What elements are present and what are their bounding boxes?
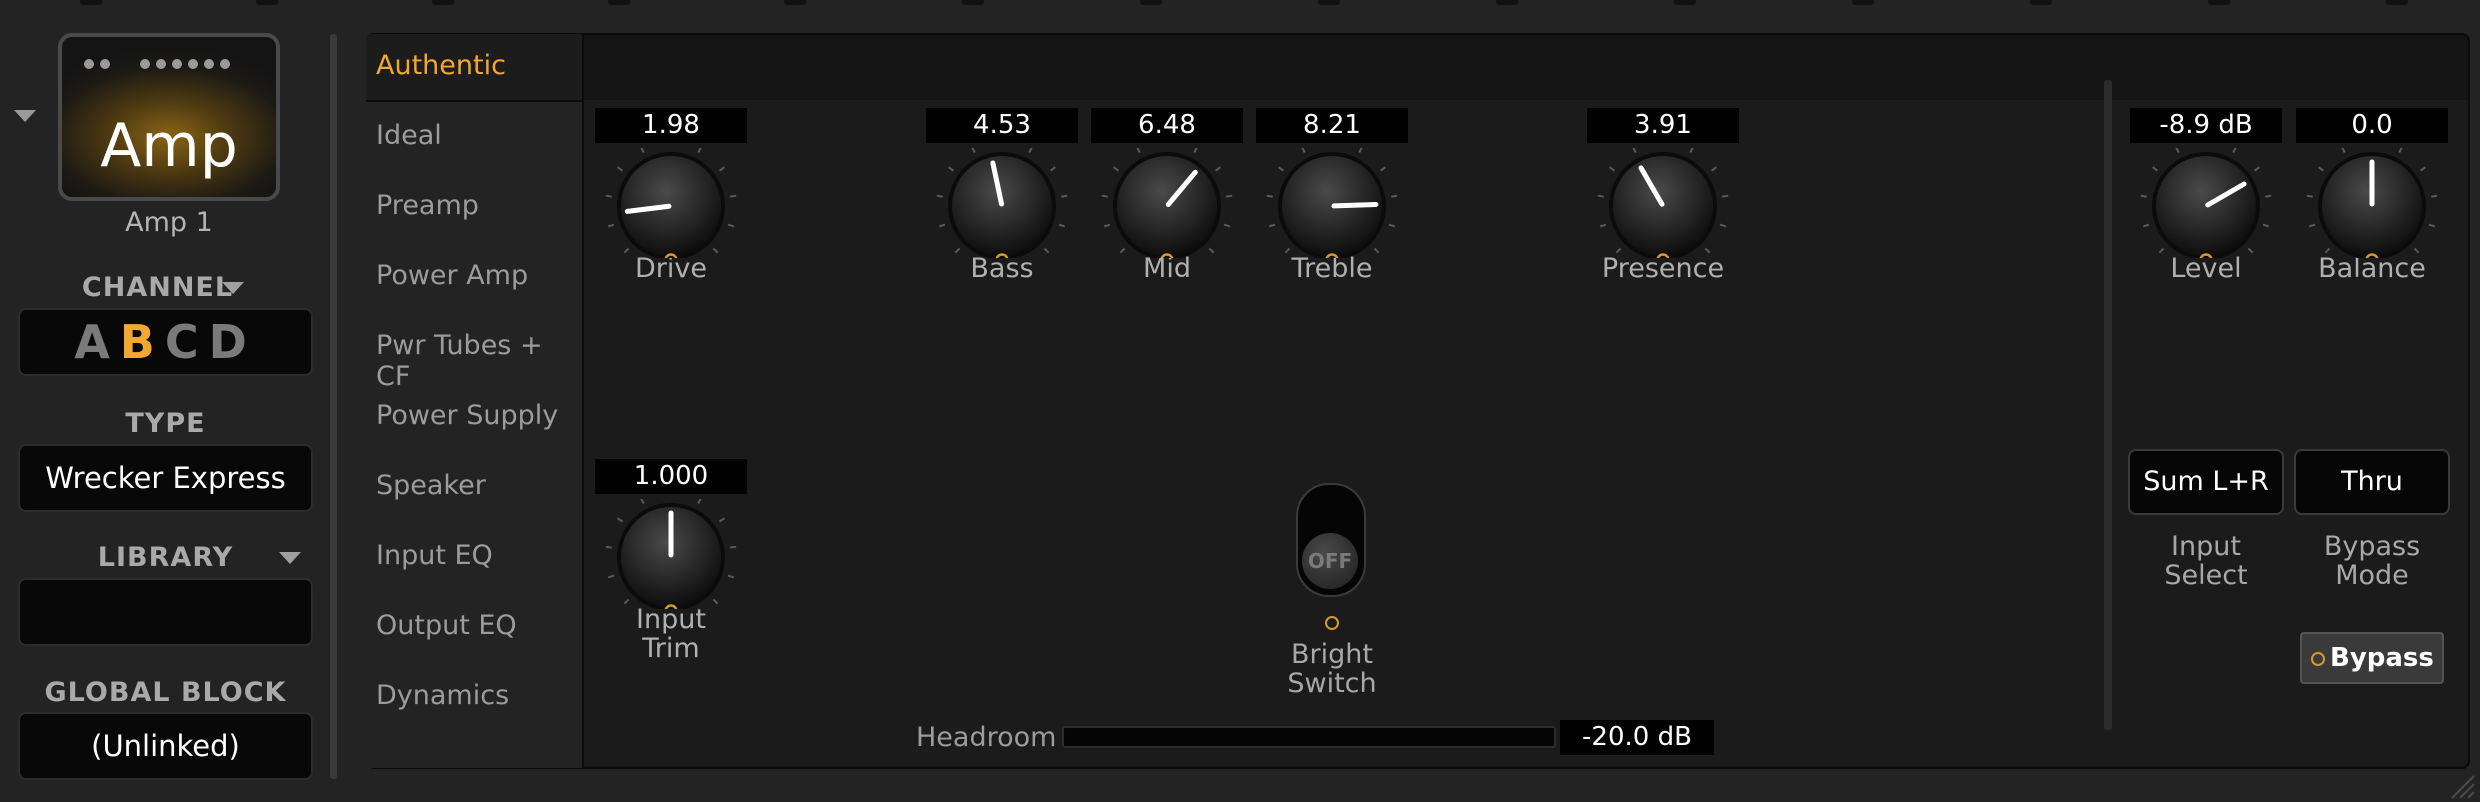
treble-label: Treble xyxy=(1291,253,1373,284)
mid-value[interactable]: 6.48 xyxy=(1091,108,1243,143)
top-edge-ticks xyxy=(0,0,2480,8)
bypass-mode-label-line1: Bypass xyxy=(2323,531,2421,562)
tab-authentic[interactable]: Authentic xyxy=(366,34,584,102)
presence-label: Presence xyxy=(1601,253,1725,284)
bright-switch-label: Bright Switch xyxy=(1252,640,1412,698)
library-dropdown-icon[interactable] xyxy=(279,552,301,564)
input-trim-label: Input Trim xyxy=(561,605,781,663)
amp-block-tile[interactable]: Amp xyxy=(58,33,280,201)
tab-input-eq[interactable]: Input EQ xyxy=(376,540,493,571)
input-trim-knob[interactable]: 1.000 Input Trim xyxy=(591,459,751,699)
input-select-button[interactable]: Sum L+R xyxy=(2128,449,2284,515)
bright-switch-label-line1: Bright xyxy=(1291,639,1373,670)
input-trim-value[interactable]: 1.000 xyxy=(595,459,747,494)
amp-panel-dots xyxy=(84,59,254,71)
type-label: TYPE xyxy=(125,408,206,439)
page-tabs: Ideal Preamp Power Amp Pwr Tubes + CF Po… xyxy=(366,100,584,768)
tab-authentic-label: Authentic xyxy=(376,50,506,81)
drive-value[interactable]: 1.98 xyxy=(595,108,747,143)
drive-label: Drive xyxy=(635,253,707,284)
bright-switch-toggle[interactable]: OFF xyxy=(1296,483,1372,603)
bypass-mode-label: Bypass Mode xyxy=(2292,532,2452,590)
knob-face[interactable] xyxy=(2126,148,2286,258)
library-label: LIBRARY xyxy=(97,542,234,573)
knob-face[interactable] xyxy=(591,148,751,258)
presence-knob[interactable]: 3.91 Presence xyxy=(1583,108,1743,288)
tab-speaker[interactable]: Speaker xyxy=(376,470,486,501)
tab-dynamics[interactable]: Dynamics xyxy=(376,680,509,711)
tab-power-amp[interactable]: Power Amp xyxy=(376,260,528,291)
headroom-value: -20.0 dB xyxy=(1560,720,1714,755)
channel-b[interactable]: B xyxy=(120,315,165,369)
tab-pwr-tubes-cf[interactable]: Pwr Tubes + CF xyxy=(376,330,582,392)
presence-value[interactable]: 3.91 xyxy=(1587,108,1739,143)
knob-face[interactable] xyxy=(1087,148,1247,258)
bypass-button-label: Bypass xyxy=(2330,643,2434,673)
right-section-divider xyxy=(2104,80,2112,730)
knob-face[interactable] xyxy=(1583,148,1743,258)
channel-selector[interactable]: ABCD xyxy=(18,308,313,376)
bypass-led-icon xyxy=(2311,652,2325,666)
bypass-button[interactable]: Bypass xyxy=(2300,632,2444,684)
block-panel: Amp Amp 1 CHANNEL ABCD TYPE Wrecker Expr… xyxy=(0,0,330,802)
tab-preamp[interactable]: Preamp xyxy=(376,190,479,221)
tab-ideal[interactable]: Ideal xyxy=(376,120,442,151)
tab-output-eq[interactable]: Output EQ xyxy=(376,610,517,641)
input-trim-label-line2: Trim xyxy=(642,633,700,664)
channel-dropdown-icon[interactable] xyxy=(222,282,244,294)
knob-face[interactable] xyxy=(1252,148,1412,258)
bright-switch-indicator-icon xyxy=(1325,616,1339,630)
global-block-selector[interactable]: (Unlinked) xyxy=(18,712,313,780)
level-value[interactable]: -8.9 dB xyxy=(2130,108,2282,143)
bright-switch-label-line2: Switch xyxy=(1287,668,1377,699)
collapse-panel-icon[interactable] xyxy=(14,110,36,122)
channel-d[interactable]: D xyxy=(209,315,257,369)
bypass-mode-label-line2: Mode xyxy=(2335,560,2409,591)
knob-face[interactable] xyxy=(922,148,1082,258)
channel-a[interactable]: A xyxy=(74,315,120,369)
bypass-mode-button[interactable]: Thru xyxy=(2294,449,2450,515)
knob-face[interactable] xyxy=(591,499,751,609)
treble-value[interactable]: 8.21 xyxy=(1256,108,1408,143)
bright-switch-thumb[interactable]: OFF xyxy=(1302,533,1358,589)
balance-value[interactable]: 0.0 xyxy=(2296,108,2448,143)
balance-label: Balance xyxy=(2318,253,2426,284)
panel-divider[interactable] xyxy=(330,34,337,779)
headroom-label: Headroom xyxy=(916,722,1057,753)
amp-type-selector[interactable]: Wrecker Express xyxy=(18,444,313,512)
tab-power-supply[interactable]: Power Supply xyxy=(376,400,558,431)
bass-value[interactable]: 4.53 xyxy=(926,108,1078,143)
headroom-meter xyxy=(1062,726,1556,748)
knob-face[interactable] xyxy=(2292,148,2452,258)
block-name: Amp xyxy=(100,111,238,181)
channel-c[interactable]: C xyxy=(165,315,209,369)
treble-knob[interactable]: 8.21 Treble xyxy=(1252,108,1412,288)
input-select-label-line1: Input xyxy=(2171,531,2241,562)
library-field[interactable] xyxy=(18,578,313,646)
drive-knob[interactable]: 1.98 Drive xyxy=(591,108,751,288)
balance-knob[interactable]: 0.0 Balance xyxy=(2292,108,2452,288)
channel-label: CHANNEL xyxy=(81,272,234,303)
block-instance-name: Amp 1 xyxy=(125,207,213,238)
input-select-label: Input Select xyxy=(2126,532,2286,590)
resize-grip-icon[interactable] xyxy=(2446,770,2476,800)
global-block-label: GLOBAL BLOCK xyxy=(44,677,287,708)
input-select-label-line2: Select xyxy=(2164,560,2248,591)
